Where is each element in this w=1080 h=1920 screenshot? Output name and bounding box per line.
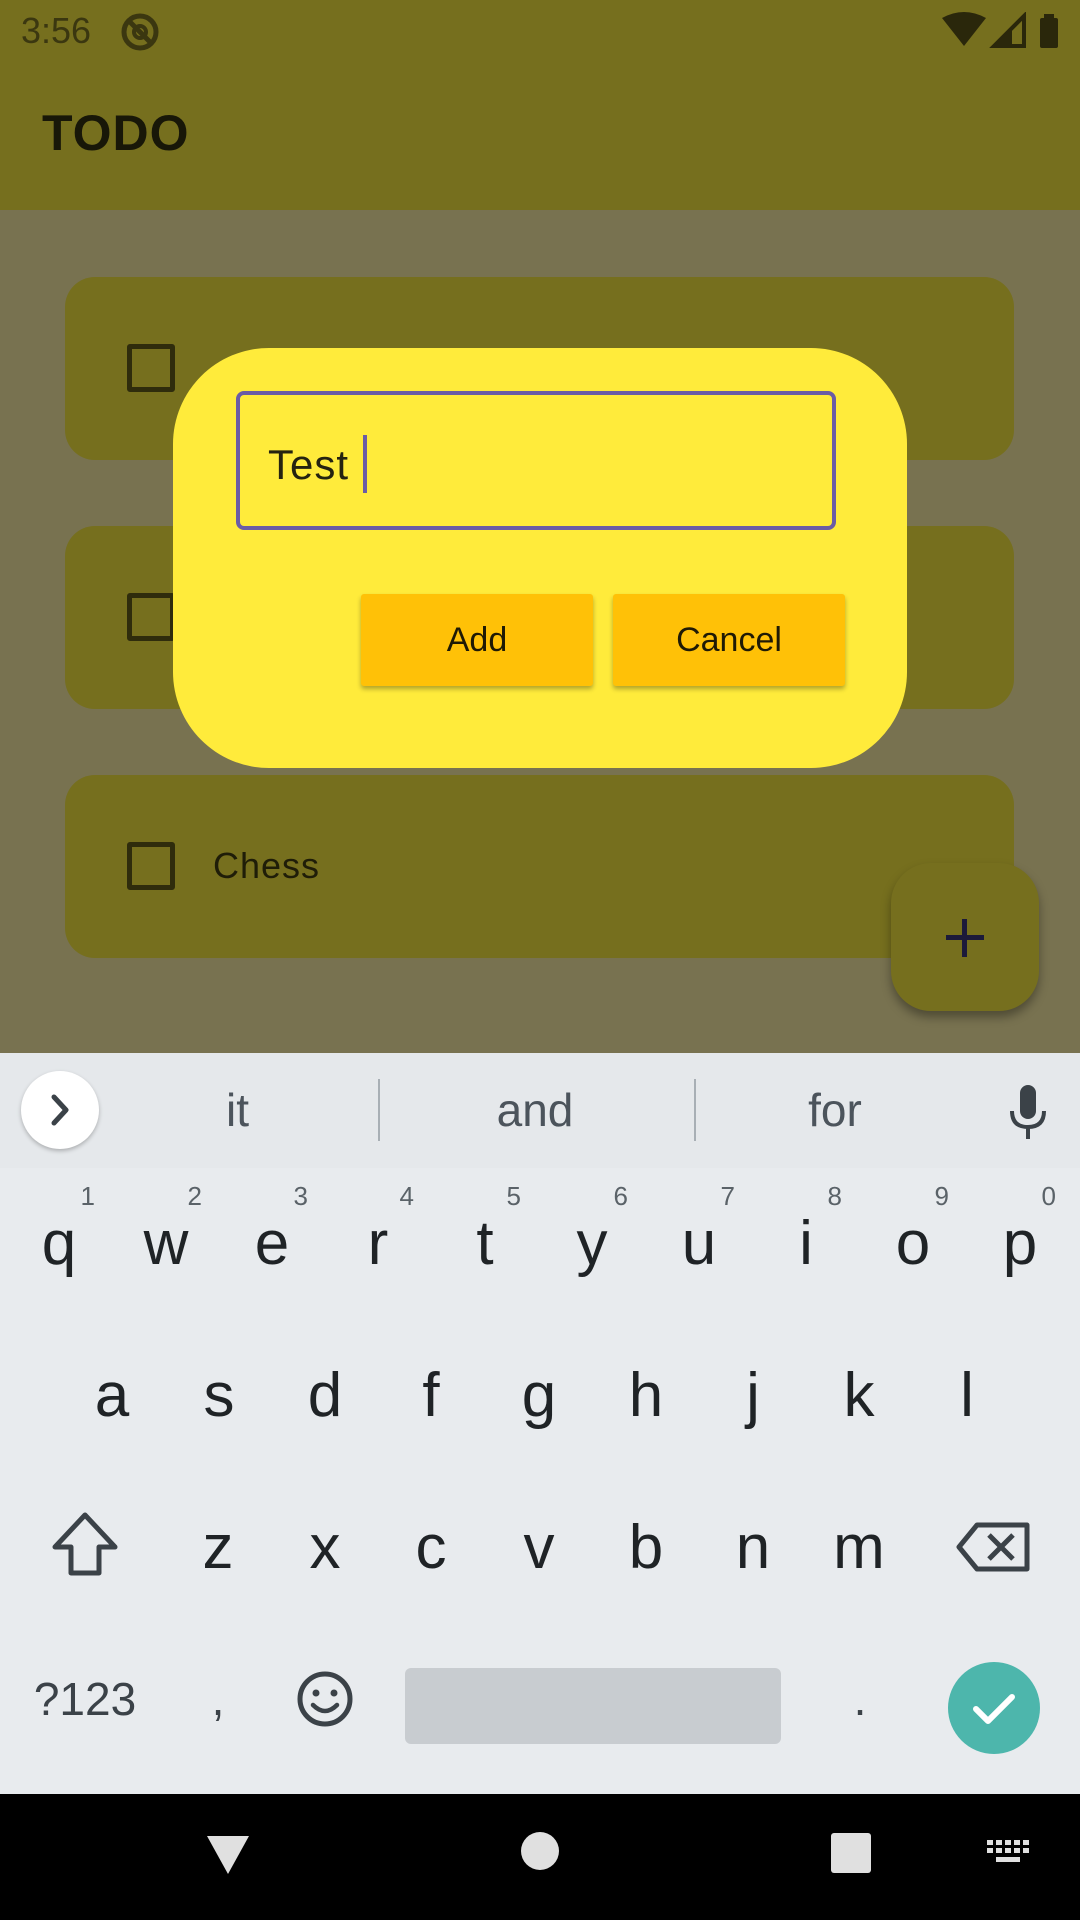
backspace-icon [956,1522,1030,1572]
key-w[interactable]: w2 [116,1181,216,1303]
key-g[interactable]: g [489,1335,589,1455]
spacebar[interactable] [405,1668,781,1744]
shift-icon [52,1512,118,1576]
suggestion-divider [378,1079,380,1141]
suggestion-divider [694,1079,696,1141]
battery-icon [1040,18,1058,48]
backspace-key[interactable] [943,1493,1043,1613]
navigation-bar [0,1794,1080,1920]
key-a[interactable]: a [62,1335,162,1455]
key-s[interactable]: s [169,1335,269,1455]
key-o[interactable]: o9 [863,1181,963,1303]
home-circle-icon[interactable] [520,1831,560,1871]
screen: 3:56 TODO Chess Test Add Cancel it and f… [0,0,1080,1920]
key-j[interactable]: j [703,1335,803,1455]
text-cursor [363,435,368,493]
period-key[interactable]: . [810,1647,910,1767]
microphone-icon[interactable] [1003,1083,1053,1143]
comma-key[interactable]: , [168,1647,268,1767]
shift-key[interactable] [35,1493,135,1613]
add-button[interactable]: Add [361,594,593,686]
key-d[interactable]: d [275,1335,375,1455]
suggestion-1[interactable]: it [135,1083,340,1137]
key-k[interactable]: k [809,1335,909,1455]
checkmark-icon [973,1694,1015,1724]
cancel-button[interactable]: Cancel [613,594,845,686]
plus-icon [946,919,984,957]
key-f[interactable]: f [381,1335,481,1455]
task-checkbox[interactable] [127,842,175,890]
key-c[interactable]: c [381,1487,481,1607]
task-checkbox[interactable] [127,344,175,392]
key-q[interactable]: q1 [9,1181,109,1303]
task-name-input[interactable]: Test [236,391,836,530]
soft-keyboard: it and for q1 w2 e3 r4 t5 y6 u7 i8 o9 p0… [0,1053,1080,1794]
recents-square-icon[interactable] [831,1833,871,1873]
key-u[interactable]: u7 [649,1181,749,1303]
app-title: TODO [42,105,190,161]
app-bar: TODO [0,64,1080,210]
task-name-value: Test [268,441,350,489]
chevron-right-icon [51,1094,69,1126]
wifi-icon [942,12,986,46]
key-e[interactable]: e3 [222,1181,322,1303]
suggestion-bar: it and for [0,1053,1080,1168]
task-checkbox[interactable] [127,593,175,641]
key-l[interactable]: l [917,1335,1017,1455]
expand-suggestions-button[interactable] [21,1071,99,1149]
symbols-key[interactable]: ?123 [20,1647,150,1767]
emoji-icon [297,1671,353,1727]
key-m[interactable]: m [809,1487,909,1607]
suggestion-2[interactable]: and [400,1083,670,1137]
key-r[interactable]: r4 [328,1181,428,1303]
status-time: 3:56 [21,10,92,51]
add-task-dialog: Test Add Cancel [173,348,907,768]
back-triangle-icon[interactable] [205,1834,251,1876]
status-bar: 3:56 [0,0,1080,64]
done-key[interactable] [948,1662,1040,1754]
key-y[interactable]: y6 [542,1181,642,1303]
key-p[interactable]: p0 [970,1181,1070,1303]
key-v[interactable]: v [489,1487,589,1607]
key-n[interactable]: n [703,1487,803,1607]
at-sign-icon [121,13,159,51]
key-z[interactable]: z [168,1487,268,1607]
task-label: Chess [213,845,321,886]
key-t[interactable]: t5 [435,1181,535,1303]
key-i[interactable]: i8 [756,1181,856,1303]
task-card[interactable]: Chess [65,775,1014,958]
emoji-key[interactable] [275,1647,375,1767]
status-icons [942,12,1058,48]
key-b[interactable]: b [596,1487,696,1607]
key-h[interactable]: h [596,1335,696,1455]
keyboard-switch-icon[interactable] [987,1840,1031,1866]
key-x[interactable]: x [275,1487,375,1607]
add-task-fab[interactable] [891,863,1039,1011]
suggestion-3[interactable]: for [730,1083,940,1137]
